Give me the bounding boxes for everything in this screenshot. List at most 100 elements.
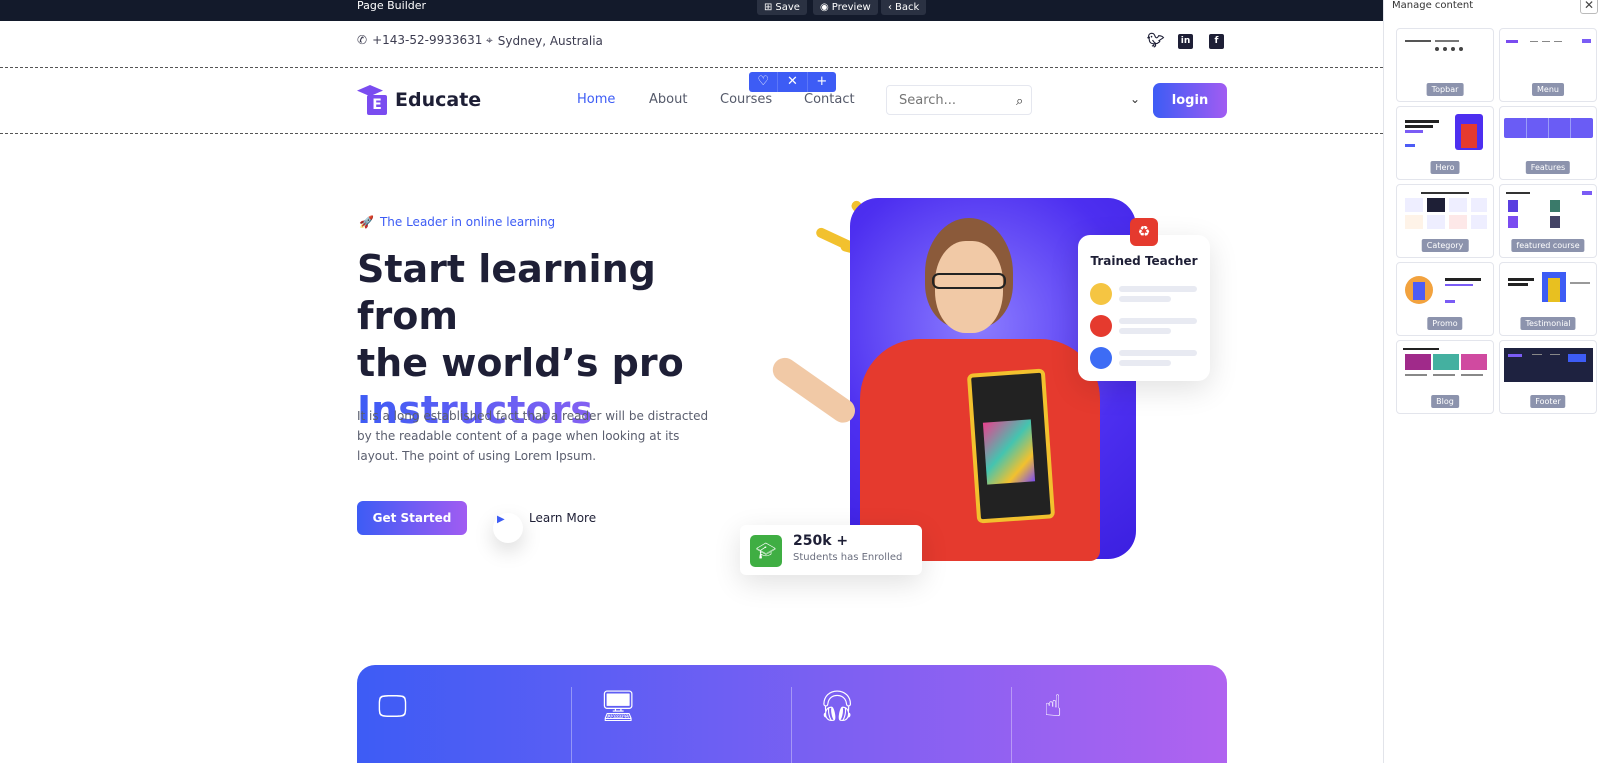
block-label: Footer	[1530, 395, 1566, 408]
phone-text: +143-52-9933631	[372, 33, 483, 47]
logo-text: Educate	[395, 89, 482, 111]
facebook-icon[interactable]: f	[1209, 34, 1224, 49]
block-features[interactable]: Features	[1499, 106, 1597, 180]
placeholder-line	[1119, 286, 1197, 292]
features-thumbnail	[1504, 118, 1593, 138]
search-input[interactable]	[886, 85, 1032, 115]
close-icon[interactable]: ✕	[778, 72, 808, 92]
promo-thumbnail	[1405, 276, 1481, 304]
placeholder-line	[1119, 296, 1171, 302]
block-category[interactable]: Category	[1396, 184, 1494, 258]
teacher-card-title: Trained Teacher	[1090, 254, 1198, 268]
graduate-icon: 🎓︎	[750, 535, 782, 567]
block-label: Topbar	[1426, 83, 1464, 96]
block-featured-course[interactable]: featured course	[1499, 184, 1597, 258]
block-label: Blog	[1431, 395, 1459, 408]
nav-courses[interactable]: Courses	[720, 92, 772, 107]
block-menu[interactable]: Menu	[1499, 28, 1597, 102]
placeholder-line	[1119, 328, 1171, 334]
testimonial-thumbnail	[1508, 272, 1590, 302]
block-label: Promo	[1427, 317, 1463, 330]
block-hero[interactable]: Hero	[1396, 106, 1494, 180]
nav-about[interactable]: About	[649, 92, 687, 107]
tagline-text: The Leader in online learning	[379, 215, 556, 229]
topbar-section: ✆ +143-52-9933631 ⌖ Sydney, Australia 🐦︎…	[0, 21, 1383, 67]
category-thumbnail	[1405, 192, 1487, 229]
menu-section: ♡ ✕ + E Educate Home About Courses Conta…	[0, 67, 1383, 134]
hero-person-arm	[768, 353, 860, 428]
section-edit-tools: ♡ ✕ +	[749, 72, 836, 92]
hero-tagline: 🚀 The Leader in online learning	[359, 215, 555, 229]
builder-title: Page Builder	[357, 0, 427, 12]
favorite-icon[interactable]: ♡	[749, 72, 779, 92]
enrolled-count: 250k +	[793, 533, 849, 549]
teacher-avatar	[1090, 347, 1112, 369]
enrolled-label: Students has Enrolled	[793, 552, 903, 563]
get-started-button[interactable]: Get Started	[357, 501, 467, 535]
hero-title-line2: the world’s pro	[357, 341, 684, 385]
manage-content-panel: Manage content ✕ Topbar Menu Hero Featur…	[1383, 0, 1600, 763]
eye-icon: ◉	[820, 1, 829, 13]
block-blog[interactable]: Blog	[1396, 340, 1494, 414]
location-pin-icon: ⌖	[486, 33, 493, 47]
devices-icon: 🖥︎	[599, 689, 638, 724]
block-label: Hero	[1430, 161, 1460, 174]
block-label: Menu	[1532, 83, 1564, 96]
topbar-location: ⌖ Sydney, Australia	[486, 33, 603, 48]
login-button[interactable]: login	[1153, 83, 1227, 118]
hero-title-line1: Start learning from	[357, 247, 656, 338]
rocket-icon: 🚀	[359, 215, 374, 229]
search-icon[interactable]: ⌕	[1016, 94, 1023, 109]
hero-person-glasses	[932, 273, 1006, 289]
add-icon[interactable]: +	[808, 72, 836, 92]
teacher-avatar	[1090, 283, 1112, 305]
divider	[571, 687, 572, 763]
footer-thumbnail	[1504, 348, 1593, 382]
teacher-avatar	[1090, 315, 1112, 337]
book-cover-art	[982, 419, 1036, 485]
phone-icon: ✆	[357, 33, 368, 47]
builder-toolbar: Page Builder ⊞ Save ◉ Preview ‹ Back	[0, 0, 1383, 21]
play-icon[interactable]: ▶	[497, 514, 505, 525]
page-builder-window: Page Builder ⊞ Save ◉ Preview ‹ Back ✆ +143…	[0, 0, 1600, 763]
divider	[791, 687, 792, 763]
block-label: Features	[1525, 161, 1571, 174]
topbar-phone: ✆ +143-52-9933631	[357, 33, 482, 47]
preview-button[interactable]: ◉ Preview	[813, 0, 878, 15]
hero-description: It is a long established fact that a rea…	[357, 409, 709, 463]
chevron-left-icon: ‹	[888, 1, 892, 13]
monitor-gauge-icon: 🖵︎	[378, 689, 407, 724]
block-testimonial[interactable]: Testimonial	[1499, 262, 1597, 336]
back-button[interactable]: ‹ Back	[881, 0, 927, 15]
learn-more-link[interactable]: Learn More	[529, 511, 596, 525]
block-footer[interactable]: Footer	[1499, 340, 1597, 414]
linkedin-icon[interactable]: in	[1178, 34, 1193, 49]
chevron-down-icon[interactable]: ⌄	[1130, 92, 1140, 106]
recycle-badge-icon: ♻	[1130, 218, 1158, 246]
graduation-cap-icon: E	[357, 85, 389, 115]
nav-home[interactable]: Home	[577, 92, 615, 107]
close-panel-icon[interactable]: ✕	[1580, 0, 1598, 14]
block-label: Testimonial	[1520, 317, 1576, 330]
block-topbar[interactable]: Topbar	[1396, 28, 1494, 102]
nav-contact[interactable]: Contact	[804, 92, 855, 107]
topbar-thumbnail	[1405, 40, 1463, 51]
hero-thumbnail	[1405, 114, 1483, 150]
click-hand-icon: ☝︎	[1044, 689, 1063, 724]
block-label: featured course	[1511, 239, 1585, 252]
twitter-icon[interactable]: 🐦︎	[1147, 34, 1165, 49]
preview-label: Preview	[831, 1, 871, 13]
featured-course-thumbnail	[1506, 191, 1592, 228]
block-promo[interactable]: Promo	[1396, 262, 1494, 336]
save-label: Save	[775, 1, 800, 13]
back-label: Back	[895, 1, 920, 13]
features-section	[357, 665, 1227, 763]
location-text: Sydney, Australia	[497, 33, 603, 48]
placeholder-line	[1119, 350, 1197, 356]
save-button[interactable]: ⊞ Save	[757, 0, 807, 15]
site-logo[interactable]: E Educate	[357, 85, 481, 115]
save-icon: ⊞	[764, 1, 773, 13]
block-label: Category	[1421, 239, 1469, 252]
menu-thumbnail	[1506, 39, 1591, 43]
site-canvas: ✆ +143-52-9933631 ⌖ Sydney, Australia 🐦︎…	[0, 21, 1383, 763]
